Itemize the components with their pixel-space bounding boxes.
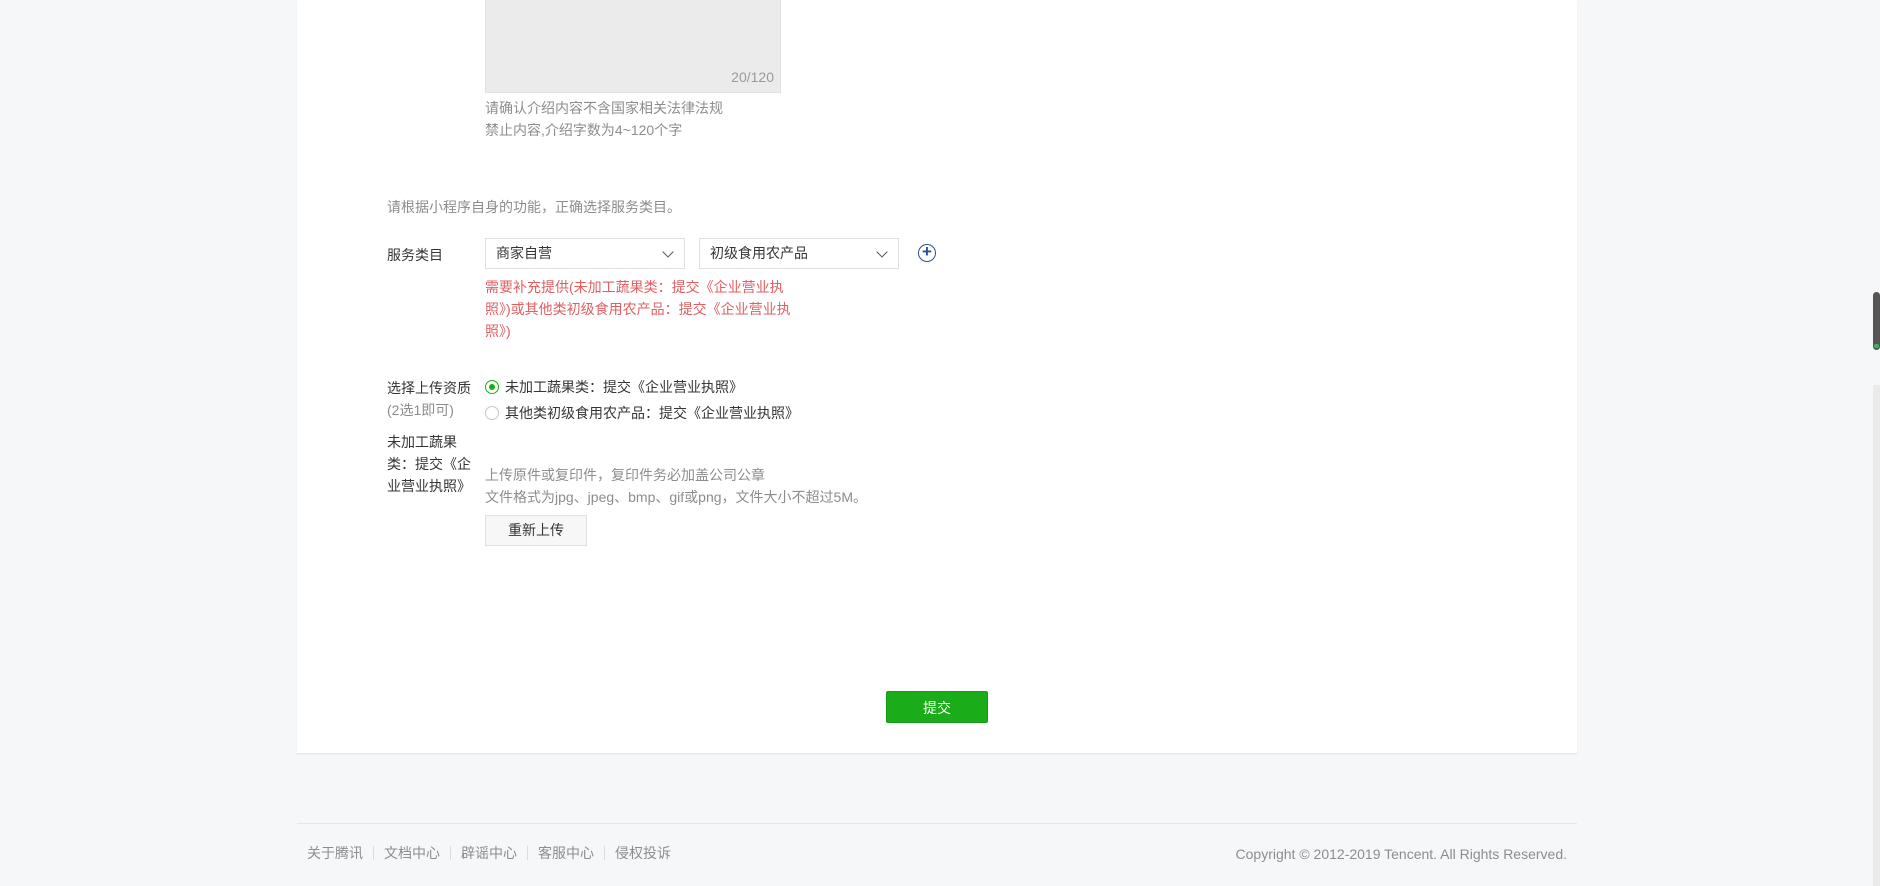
intro-textarea[interactable]: 20/120 (485, 0, 781, 93)
plus-circle-icon[interactable]: + (918, 243, 936, 262)
footer-link-infringement[interactable]: 侵权投诉 (604, 846, 681, 860)
footer-link-docs[interactable]: 文档中心 (373, 846, 450, 860)
category-error-message: 需要补充提供(未加工蔬果类：提交《企业营业执照》)或其他类初级食用农产品：提交《… (485, 279, 791, 339)
scrollbar-track[interactable] (1873, 385, 1880, 886)
chevron-down-icon (876, 246, 888, 258)
footer-links: 关于腾讯 文档中心 辟谣中心 客服中心 侵权投诉 (307, 846, 681, 860)
chevron-down-icon (662, 246, 674, 258)
footer-link-about[interactable]: 关于腾讯 (307, 846, 373, 860)
category-select-secondary-value: 初级食用农产品 (710, 245, 808, 261)
upload-label: 未加工蔬果类：提交《企业营业执照》 (387, 434, 471, 494)
reupload-button[interactable]: 重新上传 (485, 515, 587, 546)
category-label: 服务类目 (387, 247, 443, 263)
intro-tip-line2: 禁止内容,介绍字数为4~120个字 (485, 122, 683, 138)
radio-checked-icon[interactable] (485, 380, 499, 394)
category-select-primary[interactable]: 商家自营 (485, 238, 685, 269)
category-select-primary-value: 商家自营 (496, 245, 552, 261)
footer-divider (297, 823, 1577, 824)
qualification-option-2[interactable]: 其他类初级食用农产品：提交《企业营业执照》 (485, 403, 799, 423)
upload-tip-1: 上传原件或复印件，复印件务必加盖公司公章 (485, 467, 765, 483)
qualification-sublabel: (2选1即可) (387, 402, 454, 418)
qualification-option-2-label: 其他类初级食用农产品：提交《企业营业执照》 (505, 405, 799, 421)
category-select-secondary[interactable]: 初级食用农产品 (699, 238, 899, 269)
submit-button[interactable]: 提交 (886, 691, 988, 723)
upload-tip-2: 文件格式为jpg、jpeg、bmp、gif或png，文件大小不超过5M。 (485, 489, 867, 505)
scrollbar-thumb[interactable] (1873, 292, 1880, 350)
footer-link-service[interactable]: 客服中心 (527, 846, 604, 860)
category-hint: 请根据小程序自身的功能，正确选择服务类目。 (387, 199, 681, 215)
qualification-label: 选择上传资质 (387, 380, 471, 396)
qualification-option-1[interactable]: 未加工蔬果类：提交《企业营业执照》 (485, 377, 743, 397)
qualification-option-1-label: 未加工蔬果类：提交《企业营业执照》 (505, 379, 743, 395)
footer-link-rumor[interactable]: 辟谣中心 (450, 846, 527, 860)
intro-tip-line1: 请确认介绍内容不含国家相关法律法规 (485, 100, 723, 116)
copyright-text: Copyright © 2012-2019 Tencent. All Right… (1235, 846, 1567, 862)
char-counter: 20/120 (731, 69, 774, 85)
radio-unchecked-icon[interactable] (485, 406, 499, 420)
